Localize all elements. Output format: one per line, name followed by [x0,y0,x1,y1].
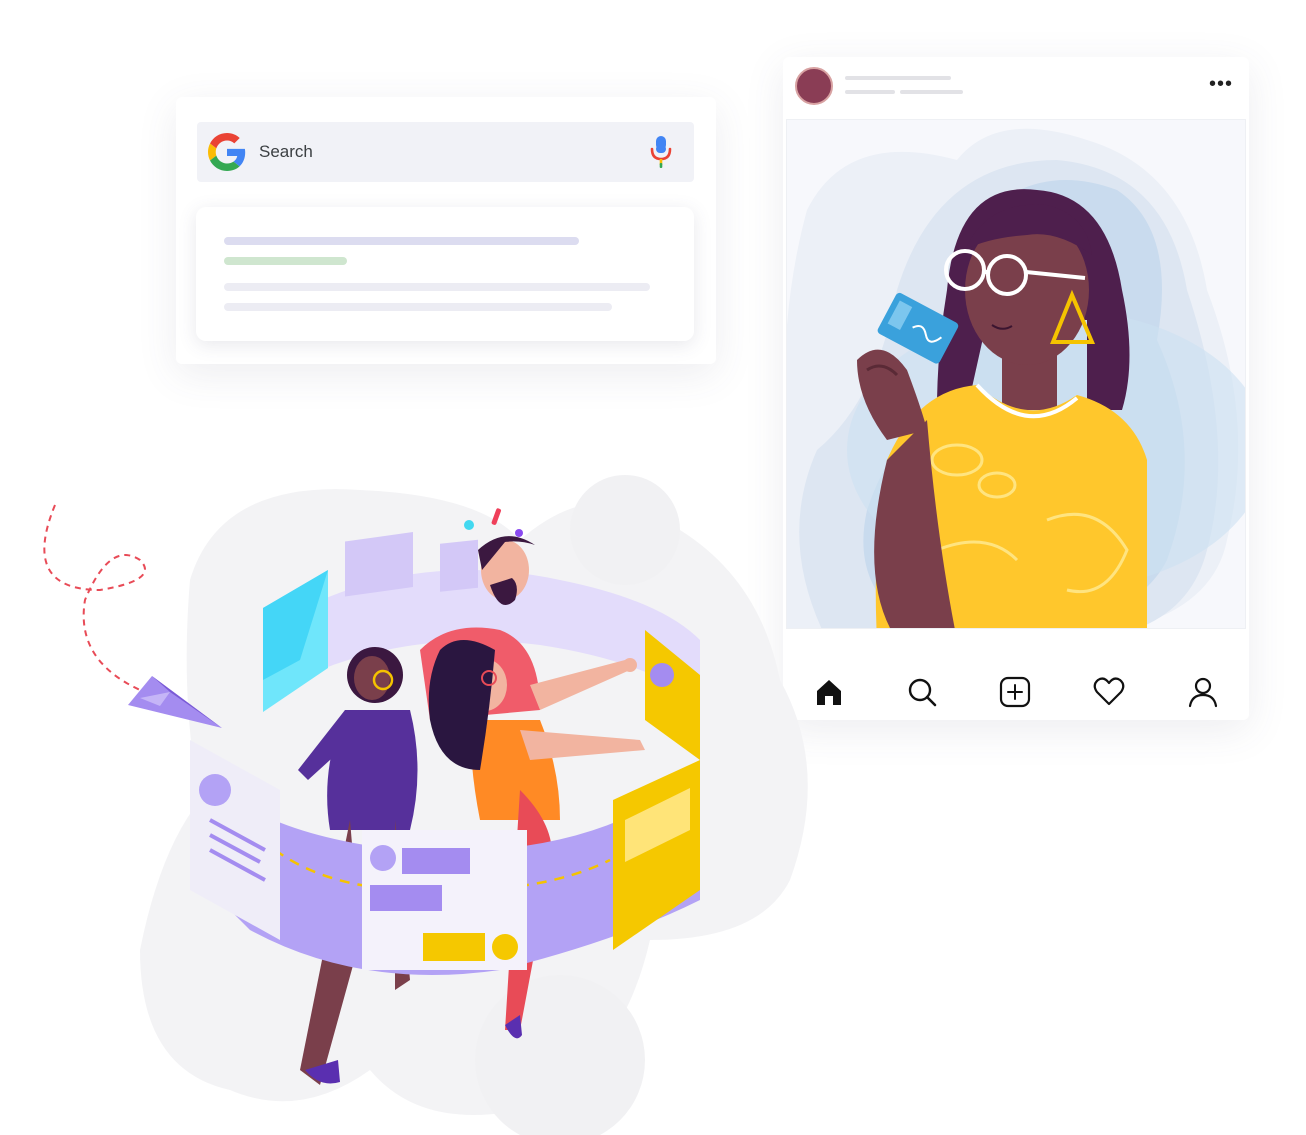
search-result-card[interactable] [196,207,694,341]
user-icon[interactable] [1187,676,1219,708]
microphone-icon[interactable] [648,135,674,169]
username-placeholder [845,76,951,80]
search-icon[interactable] [906,676,938,708]
result-snippet-line-2 [224,303,612,311]
add-square-icon[interactable] [999,676,1031,708]
search-card: Search [176,97,716,364]
more-options-icon[interactable]: ••• [1209,74,1233,94]
avatar[interactable] [795,67,833,105]
search-bar[interactable]: Search [197,122,694,182]
search-placeholder: Search [259,142,313,161]
subtitle-placeholder-1 [845,90,895,94]
result-snippet-line-1 [224,283,650,291]
subtitle-placeholder-2 [900,90,963,94]
team-illustration [43,475,808,1135]
google-logo-icon [208,133,246,171]
result-url-placeholder [224,257,347,265]
heart-icon[interactable] [1093,676,1125,708]
result-title-placeholder [224,237,579,245]
